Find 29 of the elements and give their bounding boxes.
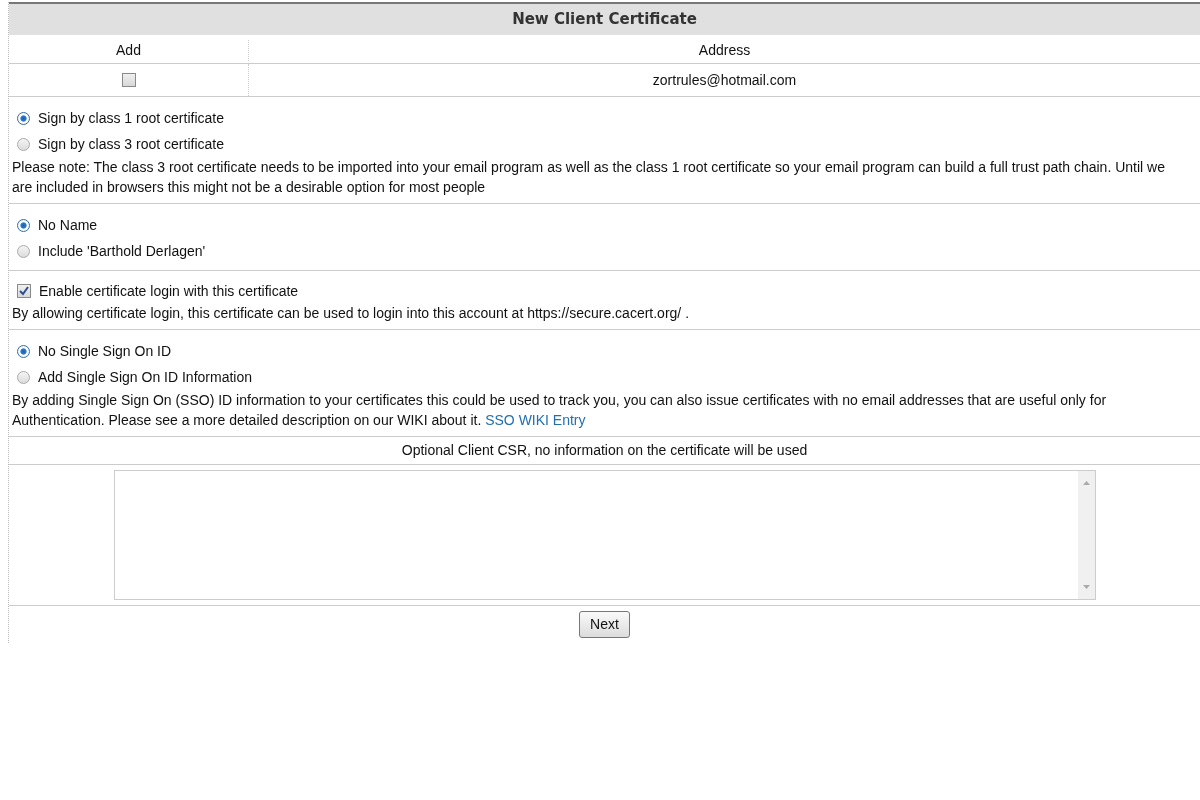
radio-button[interactable] xyxy=(17,218,30,232)
table-title: New Client Certificate xyxy=(9,2,1200,35)
radio-button[interactable] xyxy=(17,344,30,358)
radio-label: Add Single Sign On ID Information xyxy=(38,368,252,387)
radio-label: Sign by class 1 root certificate xyxy=(38,109,224,128)
wiki-link[interactable]: SSO WIKI Entry xyxy=(485,412,586,428)
email-address: zortrules@hotmail.com xyxy=(651,70,798,90)
radio-label: No Name xyxy=(38,216,98,235)
column-header: Add xyxy=(9,40,249,61)
radio-label: Include 'Barthold Derlagen' xyxy=(38,242,206,261)
scrollbar[interactable] xyxy=(1077,471,1095,599)
checkbox[interactable] xyxy=(17,284,31,298)
radio-button[interactable] xyxy=(17,244,30,258)
note-text: Please note: The class 3 root certificate needs to be imported into your email program as well as the class 1 root certificate so your email program can build a full trust path chain. Until we are included in browsers this might not be a desirable option for most people xyxy=(12,158,1166,197)
next-button[interactable]: Next xyxy=(579,611,630,638)
checkbox[interactable] xyxy=(121,73,136,87)
csr-label: Optional Client CSR, no information on the certificate will be used xyxy=(9,437,1200,465)
checkbox-label: Enable certificate login with this certificate xyxy=(39,282,299,301)
csr-textarea[interactable] xyxy=(113,470,1096,600)
radio-button[interactable] xyxy=(17,370,30,384)
radio-button[interactable] xyxy=(17,137,30,151)
note-text: By allowing certificate login, this certificate can be used to login into this account at https://secure.cacert.org/ . xyxy=(12,304,691,323)
radio-label: No Single Sign On ID xyxy=(38,342,172,361)
radio-label: Sign by class 3 root certificate xyxy=(38,135,224,154)
column-header: Address xyxy=(697,41,752,60)
note-text: By adding Single Sign On (SSO) ID information to your certificates this could be used to track you, you can also issue certificates with no email addresses that are useful only for Authentication. Please see a more detailed description on our WIKI about it. SSO WIKI Entry xyxy=(12,391,1108,430)
scroll-up-icon[interactable] xyxy=(1082,481,1090,485)
scroll-down-icon[interactable] xyxy=(1082,585,1090,589)
radio-button[interactable] xyxy=(17,111,30,125)
